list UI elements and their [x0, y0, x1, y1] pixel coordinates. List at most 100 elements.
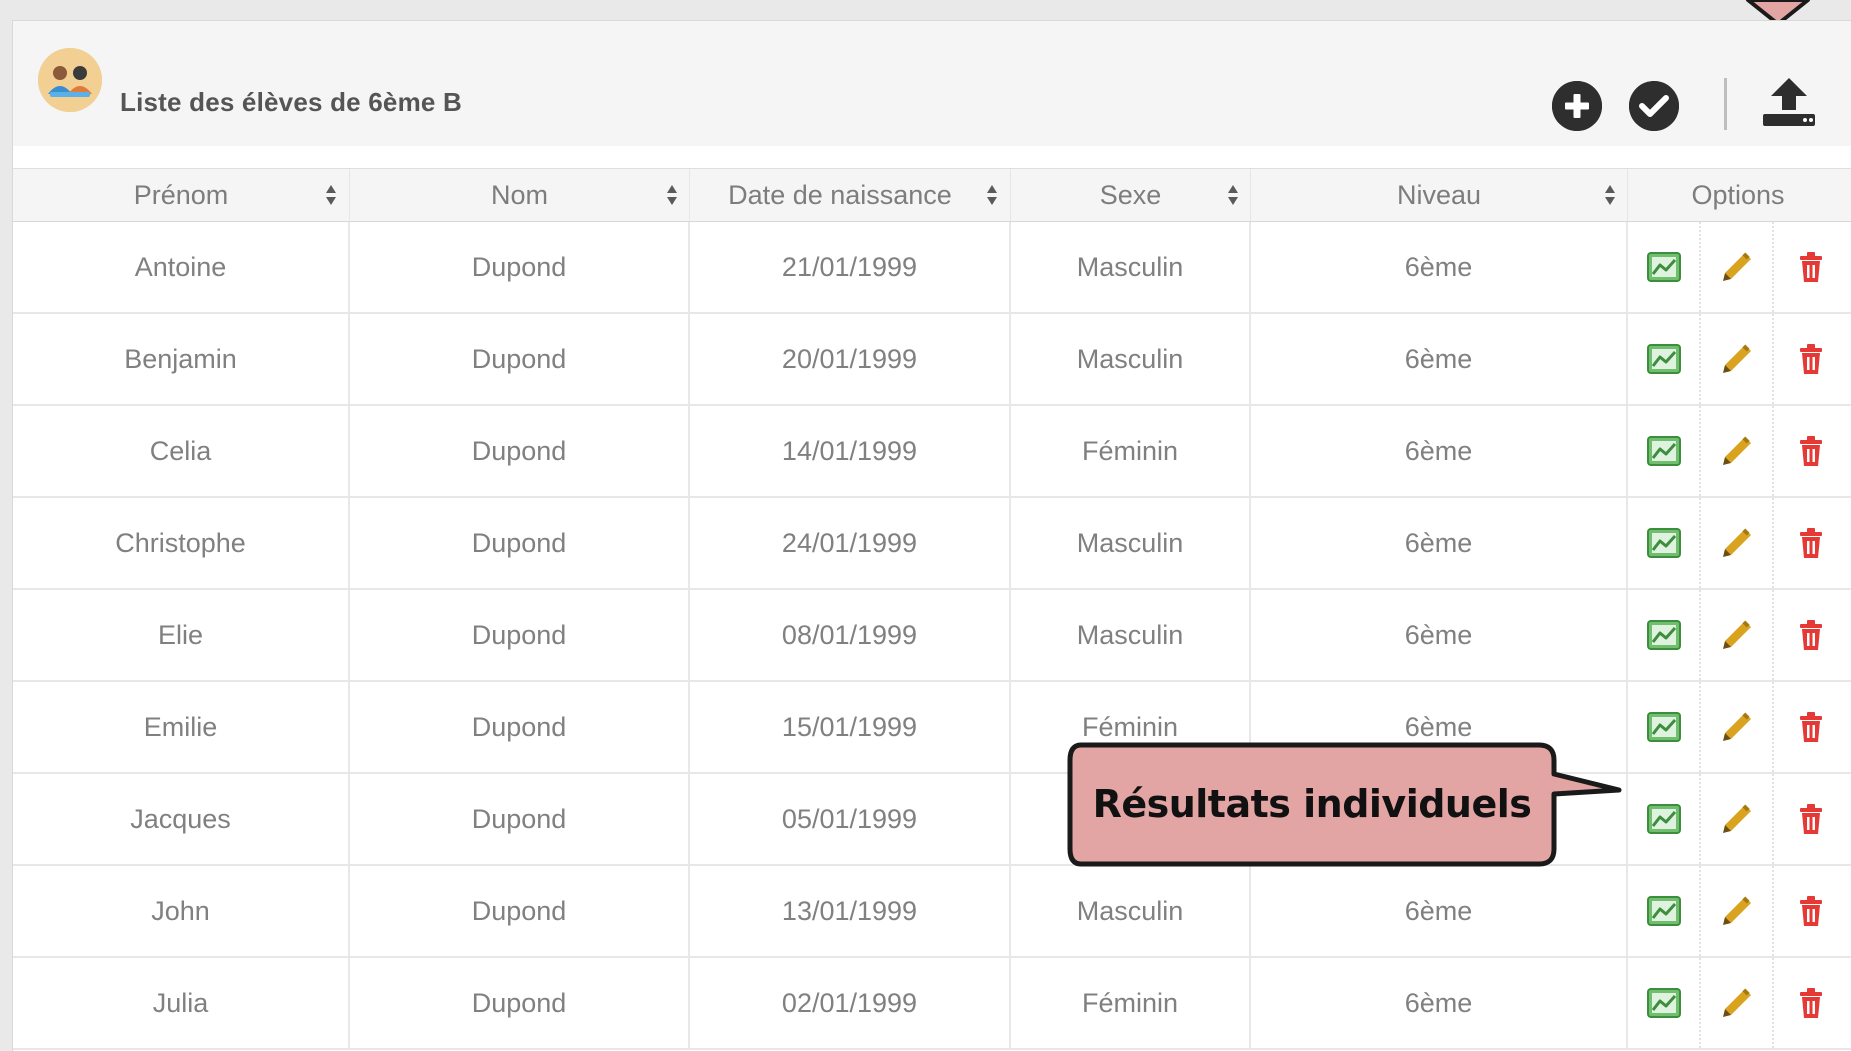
sort-icon[interactable] — [1604, 183, 1616, 207]
edit-button[interactable] — [1701, 774, 1774, 864]
cell-date-naissance: 20/01/1999 — [690, 314, 1011, 404]
cell-sexe: Masculin — [1011, 590, 1251, 680]
cell-nom: Dupond — [350, 590, 690, 680]
delete-button[interactable] — [1774, 406, 1848, 496]
cell-sexe: Masculin — [1011, 498, 1251, 588]
table-row: John Dupond 13/01/1999 Masculin 6ème — [13, 866, 1851, 958]
delete-button[interactable] — [1774, 590, 1848, 680]
cell-sexe: Féminin — [1011, 958, 1251, 1048]
cell-nom: Dupond — [350, 774, 690, 864]
results-button[interactable] — [1628, 406, 1701, 496]
trash-icon — [1798, 711, 1824, 743]
delete-button[interactable] — [1774, 222, 1848, 312]
cell-nom: Dupond — [350, 866, 690, 956]
pencil-icon — [1721, 527, 1753, 559]
cell-date-naissance: 02/01/1999 — [690, 958, 1011, 1048]
cell-niveau: 6ème — [1251, 590, 1628, 680]
delete-button[interactable] — [1774, 682, 1848, 772]
chart-image-icon — [1646, 436, 1681, 466]
column-header-date[interactable]: Date de naissance — [690, 169, 1011, 221]
cell-date-naissance: 13/01/1999 — [690, 866, 1011, 956]
validate-button[interactable] — [1629, 81, 1679, 131]
results-button[interactable] — [1628, 774, 1701, 864]
cell-niveau: 6ème — [1251, 314, 1628, 404]
edit-button[interactable] — [1701, 498, 1774, 588]
table-header: Prénom Nom Date de naissance Sexe Niveau… — [13, 168, 1851, 223]
table-row: Christophe Dupond 24/01/1999 Masculin 6ème — [13, 498, 1851, 590]
cell-nom: Dupond — [350, 682, 690, 772]
edit-button[interactable] — [1701, 958, 1774, 1048]
trash-icon — [1798, 251, 1824, 283]
pencil-icon — [1721, 711, 1753, 743]
chart-image-icon — [1646, 804, 1681, 834]
cell-prenom: Benjamin — [13, 314, 350, 404]
sort-icon[interactable] — [1227, 183, 1239, 207]
column-header-options: Options — [1691, 179, 1785, 210]
add-button[interactable] — [1552, 81, 1602, 131]
export-button[interactable] — [1761, 76, 1817, 128]
column-header-prenom[interactable]: Prénom — [13, 169, 350, 221]
trash-icon — [1798, 895, 1824, 927]
results-button[interactable] — [1628, 866, 1701, 956]
edit-button[interactable] — [1701, 314, 1774, 404]
edit-button[interactable] — [1701, 682, 1774, 772]
chart-image-icon — [1646, 528, 1681, 558]
chart-image-icon — [1646, 712, 1681, 742]
cell-nom: Dupond — [350, 406, 690, 496]
pencil-icon — [1721, 619, 1753, 651]
column-header-niveau[interactable]: Niveau — [1251, 169, 1628, 221]
trash-icon — [1798, 343, 1824, 375]
cell-prenom: Emilie — [13, 682, 350, 772]
column-header-sexe[interactable]: Sexe — [1011, 169, 1251, 221]
cell-prenom: Julia — [13, 958, 350, 1048]
pencil-icon — [1721, 251, 1753, 283]
cell-date-naissance: 05/01/1999 — [690, 774, 1011, 864]
edit-button[interactable] — [1701, 590, 1774, 680]
sort-icon[interactable] — [986, 183, 998, 207]
results-button[interactable] — [1628, 682, 1701, 772]
check-circle-icon — [1629, 81, 1679, 131]
cell-date-naissance: 24/01/1999 — [690, 498, 1011, 588]
callout-resultats-individuels: Résultats individuels — [1067, 742, 1622, 867]
edit-button[interactable] — [1701, 222, 1774, 312]
results-button[interactable] — [1628, 314, 1701, 404]
edit-button[interactable] — [1701, 406, 1774, 496]
trash-icon — [1798, 619, 1824, 651]
edit-button[interactable] — [1701, 866, 1774, 956]
cell-prenom: Elie — [13, 590, 350, 680]
plus-circle-icon — [1552, 81, 1602, 131]
cell-niveau: 6ème — [1251, 958, 1628, 1048]
results-button[interactable] — [1628, 222, 1701, 312]
table-row: Celia Dupond 14/01/1999 Féminin 6ème — [13, 406, 1851, 498]
pencil-icon — [1721, 987, 1753, 1019]
delete-button[interactable] — [1774, 958, 1848, 1048]
pencil-icon — [1721, 343, 1753, 375]
sort-icon[interactable] — [325, 183, 337, 207]
pencil-icon — [1721, 895, 1753, 927]
cell-date-naissance: 08/01/1999 — [690, 590, 1011, 680]
delete-button[interactable] — [1774, 314, 1848, 404]
delete-button[interactable] — [1774, 774, 1848, 864]
chart-image-icon — [1646, 896, 1681, 926]
results-button[interactable] — [1628, 498, 1701, 588]
cell-niveau: 6ème — [1251, 222, 1628, 312]
cell-prenom: Christophe — [13, 498, 350, 588]
chart-image-icon — [1646, 988, 1681, 1018]
sort-icon[interactable] — [666, 183, 678, 207]
pencil-icon — [1721, 803, 1753, 835]
cell-niveau: 6ème — [1251, 498, 1628, 588]
results-button[interactable] — [1628, 958, 1701, 1048]
delete-button[interactable] — [1774, 866, 1848, 956]
column-header-nom[interactable]: Nom — [350, 169, 690, 221]
results-button[interactable] — [1628, 590, 1701, 680]
panel-header: Liste des élèves de 6ème B — [13, 21, 1851, 146]
chart-image-icon — [1646, 252, 1681, 282]
cell-niveau: 6ème — [1251, 866, 1628, 956]
upload-icon — [1763, 78, 1815, 126]
header-divider — [1724, 78, 1727, 130]
cell-date-naissance: 21/01/1999 — [690, 222, 1011, 312]
students-group-icon — [38, 48, 102, 112]
table-row: Benjamin Dupond 20/01/1999 Masculin 6ème — [13, 314, 1851, 406]
trash-icon — [1798, 987, 1824, 1019]
delete-button[interactable] — [1774, 498, 1848, 588]
